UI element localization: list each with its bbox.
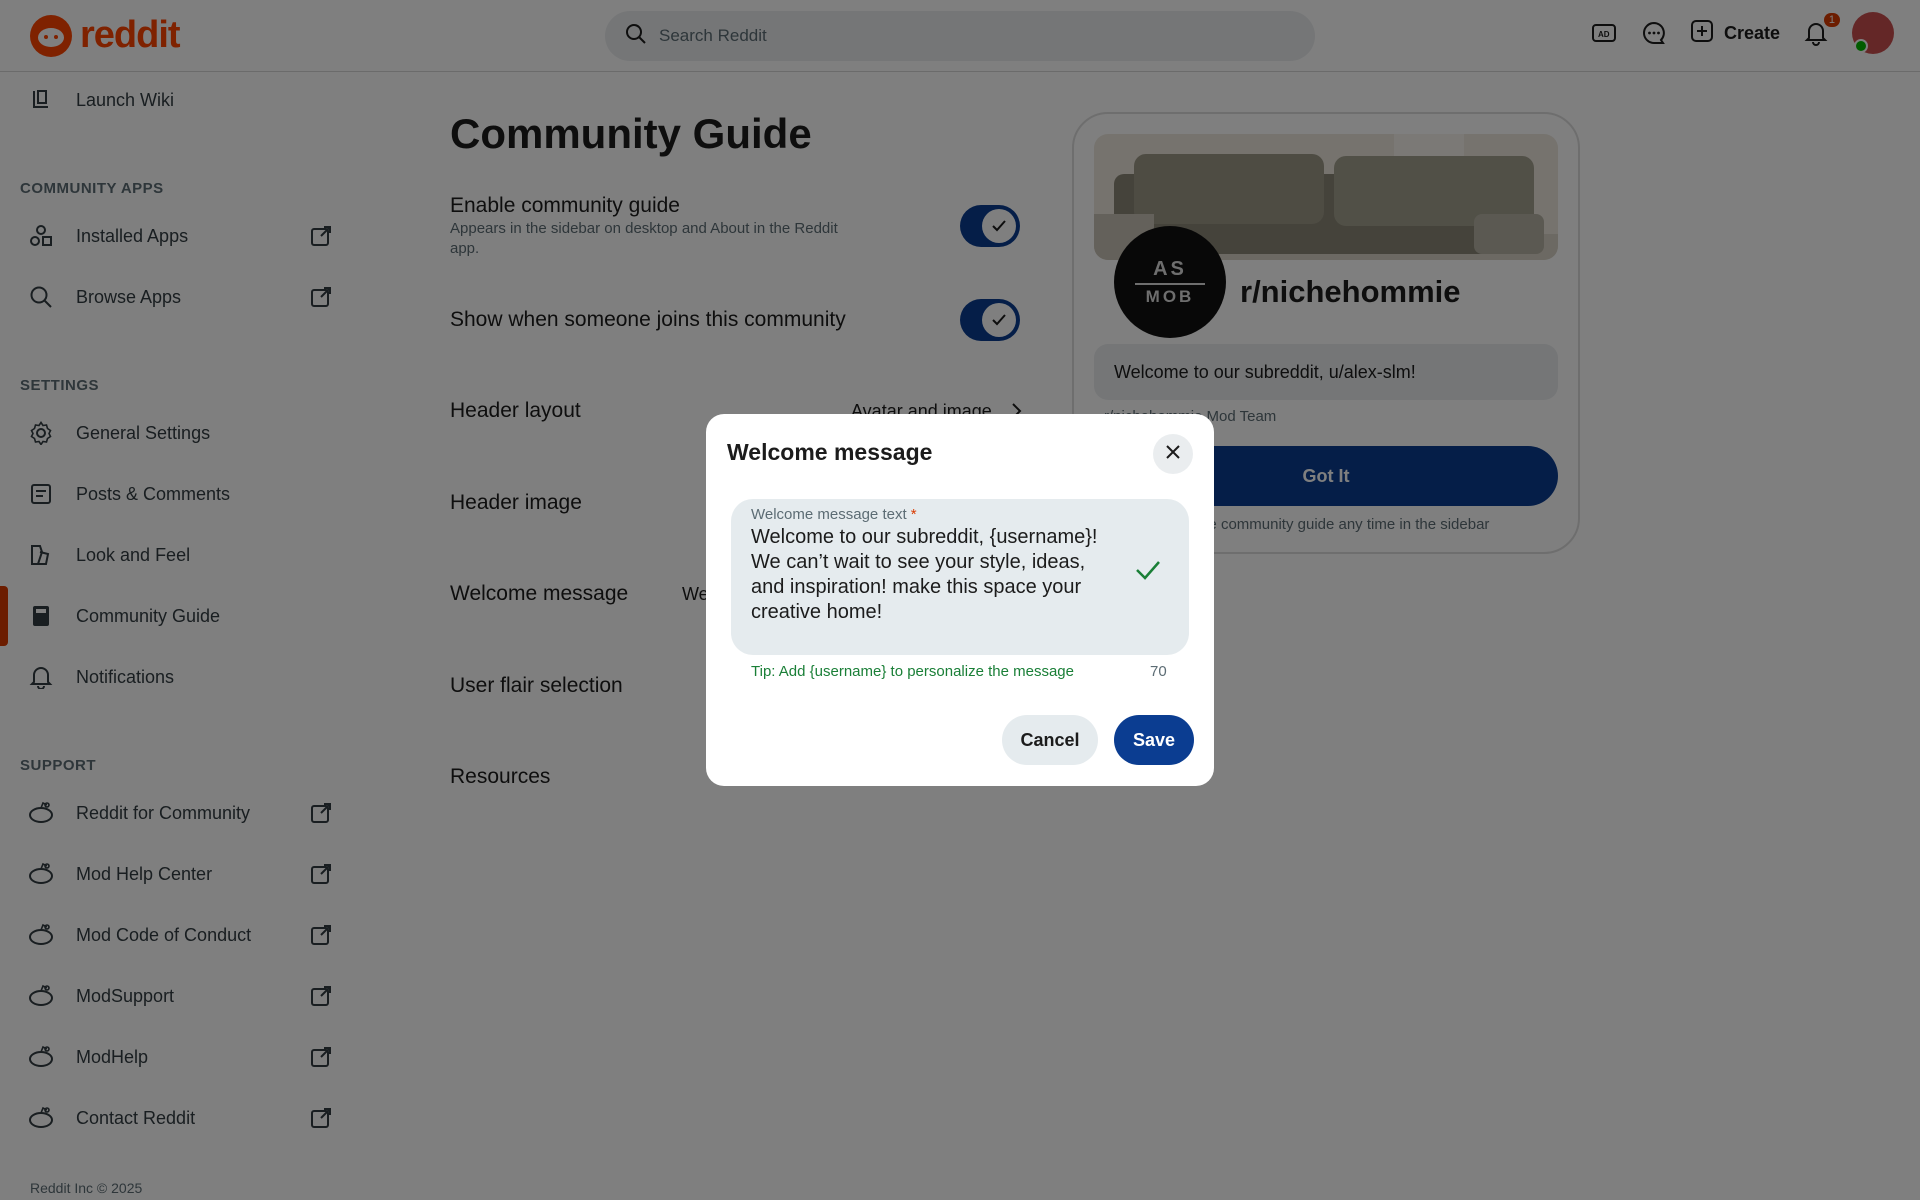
close-icon — [1165, 444, 1181, 465]
field-label-text: Welcome message text — [751, 506, 907, 523]
save-button[interactable]: Save — [1114, 715, 1194, 765]
modal-title: Welcome message — [727, 439, 933, 465]
close-button[interactable] — [1153, 434, 1193, 474]
required-mark: * — [910, 506, 917, 523]
field-value[interactable]: Welcome to our subreddit, {username}! We… — [751, 525, 1121, 625]
cancel-button[interactable]: Cancel — [1002, 715, 1098, 765]
field-label: Welcome message text * — [751, 506, 1169, 523]
valid-check-icon — [1135, 559, 1161, 586]
welcome-message-modal: Welcome message Welcome message text * W… — [706, 414, 1214, 786]
personalize-tip: Tip: Add {username} to personalize the m… — [751, 663, 1074, 680]
character-counter: 70 — [1150, 663, 1167, 680]
welcome-message-textarea[interactable]: Welcome message text * Welcome to our su… — [731, 499, 1189, 655]
